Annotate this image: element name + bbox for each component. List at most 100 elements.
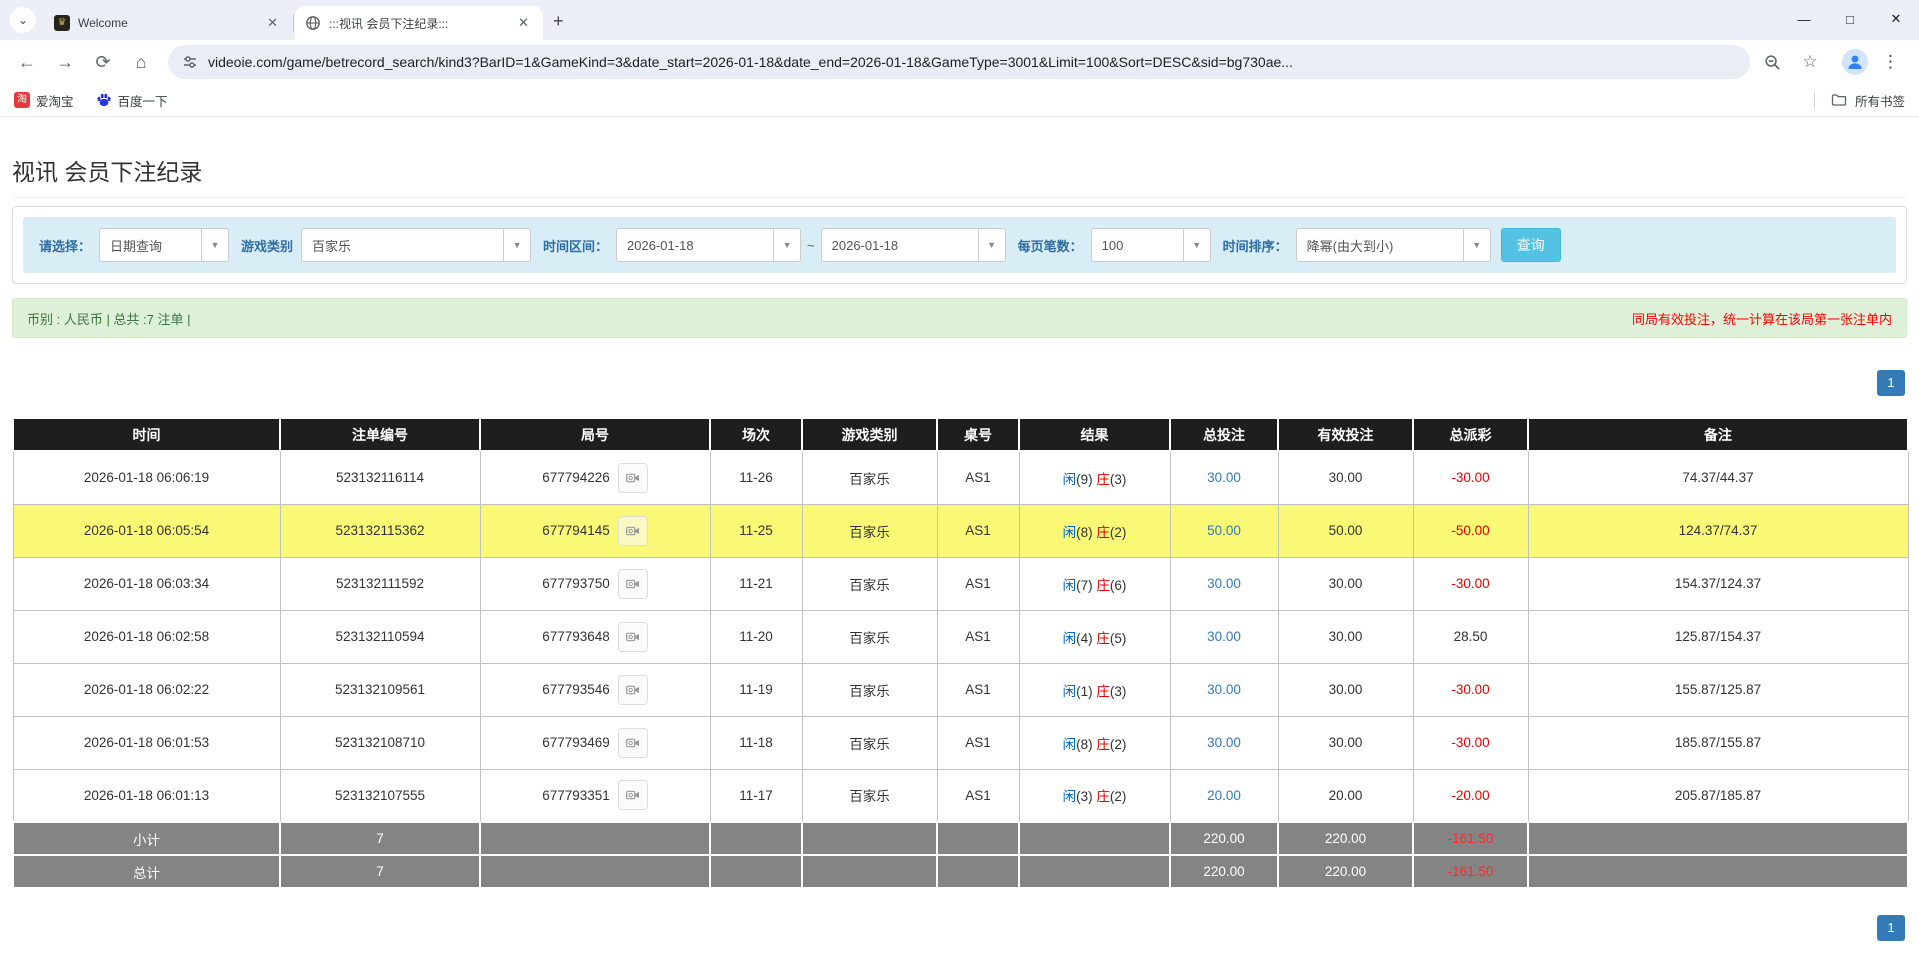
video-camera-icon (625, 576, 641, 592)
date-end-select[interactable]: 2026-01-18 ▼ (821, 228, 1006, 262)
column-header-10: 备注 (1528, 418, 1908, 451)
close-tab-icon[interactable]: ✕ (514, 13, 533, 33)
empty-cell (1019, 822, 1170, 855)
cell-table-no: AS1 (937, 769, 1019, 822)
cell-total-bet: 20.00 (1170, 769, 1278, 822)
bookmarks-separator (1814, 92, 1815, 109)
pagination-top: 1 (14, 370, 1905, 396)
subtotal-count: 7 (280, 822, 480, 855)
cell-round-no: 677793351 (480, 769, 710, 822)
column-header-4: 游戏类别 (802, 418, 937, 451)
tab-search-button[interactable]: ⌄ (10, 7, 36, 33)
bet-records-table: 时间注单编号局号场次游戏类别桌号结果总投注有效投注总派彩备注 2026-01-1… (12, 417, 1909, 889)
date-end-value: 2026-01-18 (822, 229, 978, 261)
pagination-bottom: 1 (14, 915, 1905, 941)
all-bookmarks[interactable]: 所有书签 (1814, 91, 1905, 110)
video-replay-button[interactable] (618, 569, 648, 599)
date-start-select[interactable]: 2026-01-18 ▼ (616, 228, 801, 262)
cell-time: 2026-01-18 06:02:58 (13, 610, 280, 663)
toolbar-right-icons: ☆ ⋮ (1758, 48, 1905, 76)
cell-result: 闲(9) 庄(3) (1019, 451, 1170, 504)
video-replay-button[interactable] (618, 780, 648, 810)
total-bet-link[interactable]: 20.00 (1207, 788, 1241, 803)
cell-total-bet: 30.00 (1170, 663, 1278, 716)
game-kind-select[interactable]: 百家乐 ▼ (301, 228, 531, 262)
filter-panel: 请选择： 日期查询 ▼ 游戏类别 百家乐 ▼ 时间区间： 2026-01-18 … (12, 206, 1907, 284)
tab-betrecord[interactable]: :::视讯 会员下注纪录::: ✕ (295, 6, 543, 40)
cell-payout: 28.50 (1413, 610, 1528, 663)
cell-table-no: AS1 (937, 451, 1019, 504)
cell-session: 11-21 (710, 557, 802, 610)
cell-session: 11-19 (710, 663, 802, 716)
page-1-button[interactable]: 1 (1877, 915, 1905, 941)
column-header-6: 结果 (1019, 418, 1170, 451)
reload-button[interactable]: ⟳ (86, 45, 120, 79)
bookmark-taobao[interactable]: 淘 爱淘宝 (14, 91, 74, 110)
cell-session: 11-17 (710, 769, 802, 822)
cell-order-no: 523132116114 (280, 451, 480, 504)
subtotal-label: 小计 (13, 822, 280, 855)
query-type-select[interactable]: 日期查询 ▼ (99, 228, 229, 262)
back-button[interactable]: ← (10, 45, 44, 79)
chevron-down-icon: ▼ (1463, 229, 1490, 261)
cell-table-no: AS1 (937, 663, 1019, 716)
welcome-tab-favicon-icon: ♛ (54, 15, 70, 31)
cell-total-bet: 30.00 (1170, 716, 1278, 769)
video-camera-icon (625, 787, 641, 803)
cell-result: 闲(8) 庄(2) (1019, 504, 1170, 557)
cell-result: 闲(4) 庄(5) (1019, 610, 1170, 663)
column-header-8: 有效投注 (1278, 418, 1413, 451)
new-tab-button[interactable]: + (553, 11, 564, 32)
sort-label: 时间排序： (1223, 236, 1288, 255)
page-1-button[interactable]: 1 (1877, 370, 1905, 396)
address-bar[interactable]: videoie.com/game/betrecord_search/kind3?… (168, 45, 1750, 79)
tab-title: Welcome (78, 16, 255, 30)
cell-payout: -30.00 (1413, 716, 1528, 769)
total-bet-link[interactable]: 30.00 (1207, 470, 1241, 485)
cell-time: 2026-01-18 06:06:19 (13, 451, 280, 504)
bookmark-star-icon[interactable]: ☆ (1796, 48, 1824, 76)
per-page-value: 100 (1092, 229, 1183, 261)
cell-payout: -20.00 (1413, 769, 1528, 822)
cell-remark: 124.37/74.37 (1528, 504, 1908, 557)
site-settings-icon[interactable] (182, 54, 198, 70)
tab-welcome[interactable]: ♛ Welcome ✕ (44, 6, 292, 40)
browser-menu-icon[interactable]: ⋮ (1882, 52, 1899, 72)
maximize-button[interactable]: □ (1827, 0, 1873, 38)
sort-select[interactable]: 降幂(由大到小) ▼ (1296, 228, 1491, 262)
search-button[interactable]: 查询 (1501, 228, 1561, 262)
video-replay-button[interactable] (618, 516, 648, 546)
bookmark-baidu[interactable]: 百度一下 (96, 91, 168, 110)
table-row: 2026-01-18 06:02:22 523132109561 6777935… (13, 663, 1908, 716)
total-bet-link[interactable]: 30.00 (1207, 629, 1241, 644)
cell-valid-bet: 30.00 (1278, 716, 1413, 769)
cell-order-no: 523132107555 (280, 769, 480, 822)
cell-valid-bet: 30.00 (1278, 451, 1413, 504)
cell-order-no: 523132108710 (280, 716, 480, 769)
empty-cell (1528, 855, 1908, 888)
video-camera-icon (625, 735, 641, 751)
total-bet-link[interactable]: 30.00 (1207, 576, 1241, 591)
video-replay-button[interactable] (618, 463, 648, 493)
forward-button[interactable]: → (48, 45, 82, 79)
close-button[interactable]: ✕ (1873, 0, 1919, 38)
query-type-value: 日期查询 (100, 229, 201, 261)
column-header-9: 总派彩 (1413, 418, 1528, 451)
video-replay-button[interactable] (618, 622, 648, 652)
close-tab-icon[interactable]: ✕ (263, 13, 282, 33)
video-replay-button[interactable] (618, 675, 648, 705)
video-replay-button[interactable] (618, 728, 648, 758)
zoom-icon[interactable] (1758, 48, 1786, 76)
total-bet-link[interactable]: 30.00 (1207, 682, 1241, 697)
total-bet-link[interactable]: 30.00 (1207, 735, 1241, 750)
empty-cell (802, 822, 937, 855)
home-button[interactable]: ⌂ (124, 45, 158, 79)
profile-avatar[interactable] (1842, 49, 1868, 75)
cell-valid-bet: 20.00 (1278, 769, 1413, 822)
total-bet-link[interactable]: 50.00 (1207, 523, 1241, 538)
minimize-button[interactable]: — (1781, 0, 1827, 38)
cell-game-kind: 百家乐 (802, 610, 937, 663)
url-text[interactable]: videoie.com/game/betrecord_search/kind3?… (208, 54, 1736, 70)
per-page-select[interactable]: 100 ▼ (1091, 228, 1211, 262)
cell-session: 11-18 (710, 716, 802, 769)
